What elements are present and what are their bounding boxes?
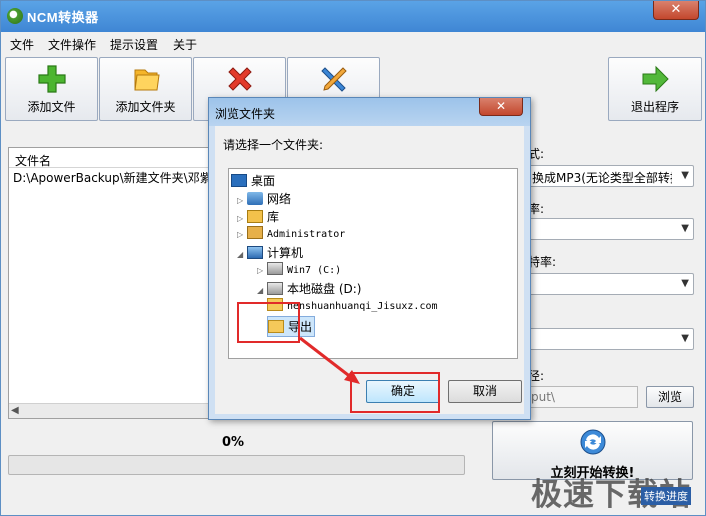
chevron-down-icon: ▼ bbox=[681, 170, 689, 181]
chevron-down-icon: ▼ bbox=[681, 223, 689, 234]
option-select-2[interactable]: ▼ bbox=[528, 218, 694, 240]
add-folder-button[interactable]: 添加文件夹 bbox=[99, 57, 192, 121]
drive-icon bbox=[267, 262, 283, 275]
annotation-arrow-icon bbox=[299, 336, 360, 384]
chevron-down-icon: ▼ bbox=[681, 333, 689, 344]
chevron-down-icon: ▼ bbox=[681, 278, 689, 289]
highlight-box-export-folder bbox=[237, 302, 300, 343]
file-list-header[interactable]: 文件名 bbox=[9, 148, 235, 168]
browse-button[interactable]: 浏览 bbox=[646, 386, 694, 408]
dialog-title-bar[interactable]: 浏览文件夹 ✕ bbox=[209, 98, 530, 126]
dialog-body: 请选择一个文件夹: 桌面 ▷ 网络 ▷ 库 ▷ Administrator ◢ 计算机 … bbox=[215, 126, 524, 414]
dialog-title: 浏览文件夹 bbox=[215, 107, 276, 121]
title-bar[interactable]: NCM转换器 ✕ bbox=[1, 1, 705, 32]
tree-node-computer[interactable]: ◢ 计算机 bbox=[237, 244, 303, 261]
tools-icon bbox=[320, 67, 347, 92]
exit-label: 退出程序 bbox=[630, 100, 679, 114]
tree-node-library[interactable]: ▷ 库 bbox=[237, 208, 279, 225]
delete-x-icon bbox=[227, 67, 252, 91]
menu-file[interactable]: 文件 bbox=[10, 36, 34, 53]
bitrate-label: 特率: bbox=[528, 255, 557, 269]
network-icon bbox=[247, 192, 263, 205]
tree-node-drive-c[interactable]: ▷ Win7 (C:) bbox=[257, 262, 341, 276]
file-list[interactable]: 文件名 D:\ApowerBackup\新建文件夹\邓紫棋 ◀ bbox=[8, 147, 236, 419]
tree-node-administrator[interactable]: ▷ Administrator bbox=[237, 226, 345, 240]
app-logo-icon bbox=[7, 8, 23, 24]
library-icon bbox=[247, 210, 263, 223]
computer-icon bbox=[247, 246, 263, 259]
tree-node-desktop[interactable]: 桌面 bbox=[231, 172, 275, 189]
add-folder-label: 添加文件夹 bbox=[115, 100, 176, 114]
add-file-button[interactable]: 添加文件 bbox=[5, 57, 98, 121]
cancel-button[interactable]: 取消 bbox=[448, 380, 522, 403]
exit-button[interactable]: 退出程序 bbox=[608, 57, 702, 121]
drive-icon bbox=[267, 282, 283, 295]
window-title: NCM转换器 bbox=[27, 10, 99, 25]
menu-prompt-settings[interactable]: 提示设置 bbox=[110, 36, 158, 53]
add-file-label: 添加文件 bbox=[27, 100, 76, 114]
output-path-field[interactable]: put\ bbox=[528, 386, 638, 408]
menu-bar: 文件 文件操作 提示设置 关于 bbox=[1, 32, 705, 54]
progress-percent: 0% bbox=[222, 435, 245, 450]
dialog-prompt: 请选择一个文件夹: bbox=[223, 138, 324, 152]
option-select-4[interactable]: ▼ bbox=[528, 328, 694, 350]
arrow-right-icon bbox=[642, 65, 669, 93]
file-list-row[interactable]: D:\ApowerBackup\新建文件夹\邓紫棋 bbox=[13, 169, 224, 186]
horizontal-scrollbar[interactable]: ◀ bbox=[9, 403, 235, 418]
bitrate-select[interactable]: ▼ bbox=[528, 273, 694, 295]
progress-bar bbox=[8, 455, 465, 475]
collapse-arrow-icon[interactable]: ◢ bbox=[257, 286, 267, 295]
watermark-badge: 转换进度 bbox=[641, 487, 691, 505]
collapse-arrow-icon[interactable]: ◢ bbox=[237, 250, 247, 259]
folder-icon bbox=[133, 69, 160, 91]
expand-arrow-icon[interactable]: ▷ bbox=[237, 196, 247, 205]
menu-file-operations[interactable]: 文件操作 bbox=[48, 36, 96, 53]
plus-icon bbox=[37, 65, 66, 93]
scroll-left-icon[interactable]: ◀ bbox=[11, 405, 19, 416]
tree-node-network[interactable]: ▷ 网络 bbox=[237, 190, 291, 207]
convert-icon bbox=[580, 429, 606, 455]
desktop-icon bbox=[231, 174, 247, 187]
format-select[interactable]: 换成MP3(无论类型全部转换) ▼ bbox=[528, 165, 694, 187]
window-close-button[interactable]: ✕ bbox=[653, 1, 699, 20]
format-select-value: 换成MP3(无论类型全部转换) bbox=[532, 171, 672, 185]
expand-arrow-icon[interactable]: ▷ bbox=[237, 230, 247, 239]
user-folder-icon bbox=[247, 226, 263, 239]
tree-node-drive-d[interactable]: ◢ 本地磁盘 (D:) bbox=[257, 280, 361, 297]
dialog-close-button[interactable]: ✕ bbox=[479, 98, 523, 116]
menu-about[interactable]: 关于 bbox=[173, 36, 197, 53]
expand-arrow-icon[interactable]: ▷ bbox=[237, 214, 247, 223]
expand-arrow-icon[interactable]: ▷ bbox=[257, 266, 267, 275]
